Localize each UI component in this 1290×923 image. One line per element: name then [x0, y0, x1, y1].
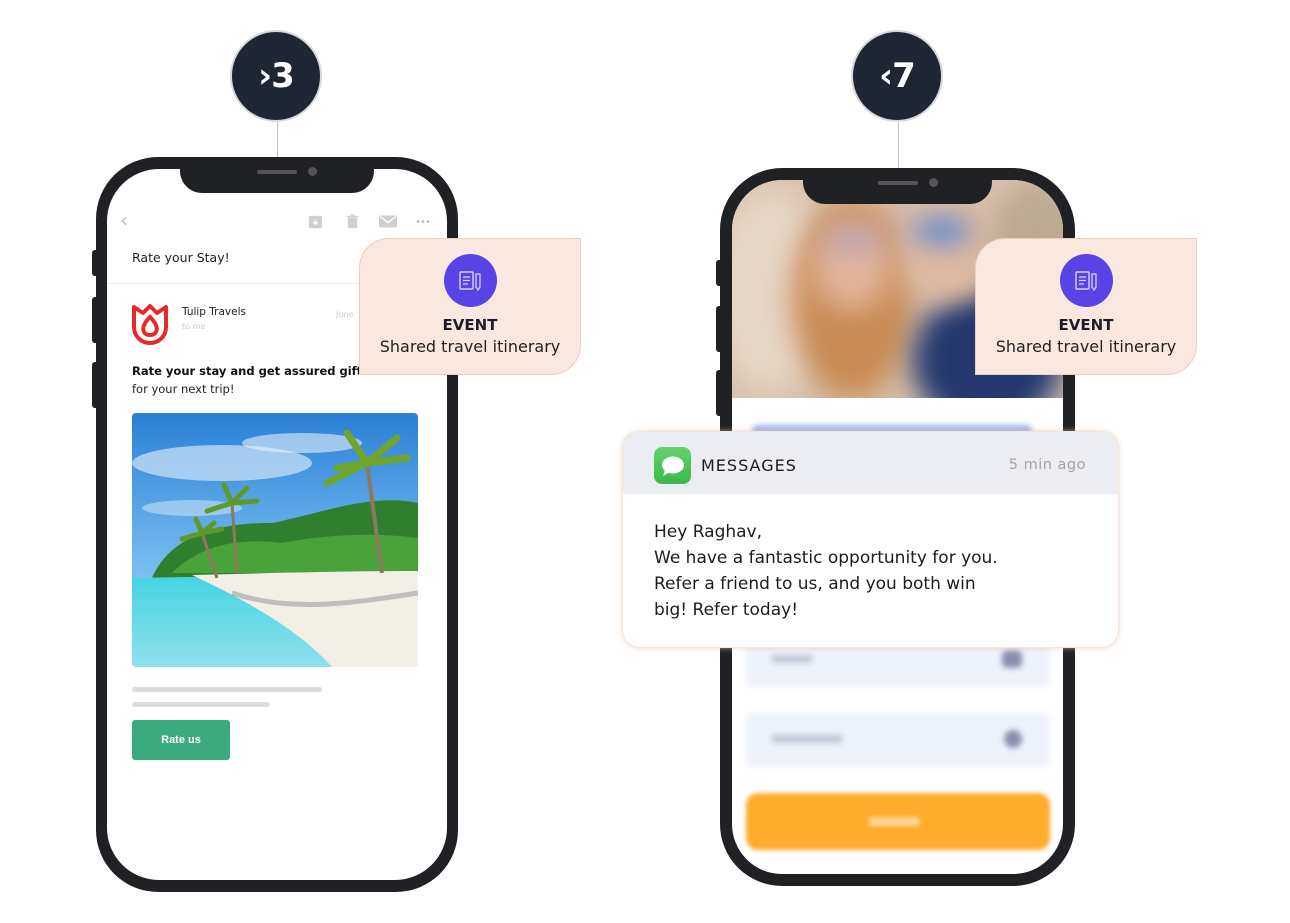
back-chevron-icon[interactable]: ‹ [120, 208, 128, 232]
event-title: EVENT [442, 316, 498, 334]
notification-app-name: MESSAGES [701, 456, 797, 475]
message-line: big! Refer today! [654, 600, 799, 620]
itinerary-notes-icon [1074, 270, 1097, 291]
blurred-password-field [746, 713, 1050, 767]
badge-label: ‹7 [879, 56, 916, 96]
placeholder-line [132, 687, 322, 692]
recipient-label: to me [182, 322, 206, 331]
email-subject: Rate your Stay! [132, 250, 230, 265]
trash-icon[interactable] [345, 214, 360, 229]
phone-speaker [257, 170, 297, 174]
event-description: Shared travel itinerary [379, 337, 561, 356]
itinerary-notes-icon [458, 270, 481, 291]
connector-line [277, 122, 278, 159]
placeholder-line [132, 702, 270, 707]
mail-icon[interactable] [379, 214, 397, 229]
rate-us-button[interactable]: Rate us [132, 720, 230, 760]
event-icon-circle [1060, 254, 1113, 307]
more-icon[interactable] [416, 214, 430, 229]
phone-camera [929, 178, 938, 187]
notification-time: 5 min ago [1008, 457, 1086, 473]
tulip-travels-logo-icon [132, 304, 168, 345]
event-title: EVENT [1058, 316, 1114, 334]
email-toolbar: ‹ [107, 208, 447, 233]
event-icon-circle [444, 254, 497, 307]
blurred-login-button [746, 793, 1050, 850]
archive-icon[interactable] [308, 214, 323, 229]
email-headline-continued: for your next trip! [132, 382, 235, 396]
notification-body: Hey Raghav, We have a fantastic opportun… [654, 519, 998, 623]
phone-notch [180, 157, 374, 193]
sender-name: Tulip Travels [182, 306, 246, 318]
phone-notch [803, 168, 992, 204]
badge-label: ›3 [258, 56, 295, 96]
beach-image [132, 413, 418, 667]
message-line: We have a fantastic opportunity for you. [654, 548, 998, 568]
sms-notification[interactable]: MESSAGES 5 min ago Hey Raghav, We have a… [622, 431, 1119, 648]
message-line: Refer a friend to us, and you both win [654, 574, 976, 594]
frequency-badge-right: ‹7 [851, 30, 943, 122]
notification-header: MESSAGES 5 min ago [623, 432, 1118, 494]
event-description: Shared travel itinerary [995, 337, 1177, 356]
message-line: Hey Raghav, [654, 522, 763, 542]
event-card-right: EVENT Shared travel itinerary [975, 238, 1197, 375]
event-card-left: EVENT Shared travel itinerary [359, 238, 581, 375]
email-headline: Rate your stay and get assured gifts [132, 364, 370, 378]
phone-camera [308, 167, 317, 176]
email-date: June [336, 310, 354, 319]
messages-app-icon [654, 447, 691, 484]
phone-speaker [878, 181, 918, 185]
frequency-badge-left: ›3 [230, 30, 322, 122]
connector-line [898, 122, 899, 170]
